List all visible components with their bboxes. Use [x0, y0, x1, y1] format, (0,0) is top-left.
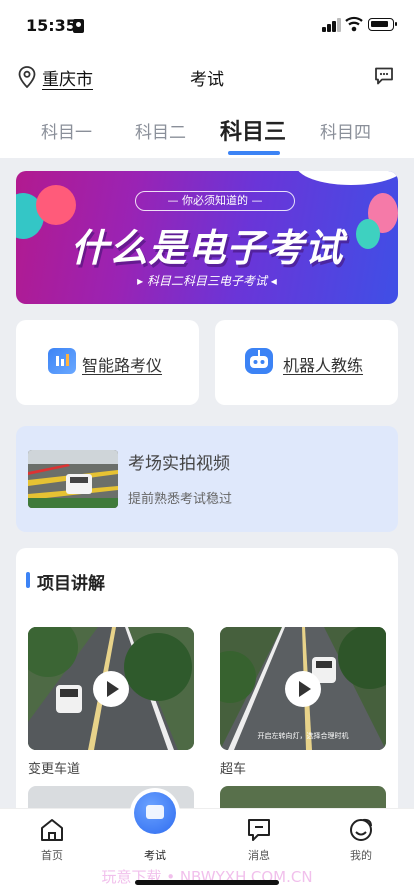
battery-icon [368, 18, 397, 31]
exam-video-card[interactable]: 考场实拍视频 提前熟悉考试稳过 [16, 426, 398, 532]
subject-tabs: 科目一 科目二 科目三 科目四 [0, 102, 414, 158]
nav-home[interactable]: 首页 [17, 809, 87, 869]
chat-icon[interactable] [374, 67, 394, 85]
home-icon [41, 819, 63, 841]
profile-icon [350, 818, 372, 841]
status-time: 15:35 [26, 16, 77, 35]
nav-label: 我的 [350, 849, 372, 862]
play-icon[interactable] [93, 671, 129, 707]
tab-subject-2[interactable]: 科目二 [135, 118, 186, 143]
home-indicator [135, 880, 279, 885]
lesson-label: 变更车道 [28, 762, 81, 777]
video-thumbnail [28, 450, 118, 508]
play-icon[interactable] [285, 671, 321, 707]
nav-profile[interactable]: 我的 [326, 809, 396, 869]
tab-indicator [228, 151, 280, 155]
smart-road-test-card[interactable]: 智能路考仪 [16, 320, 199, 405]
video-subtitle: 提前熟悉考试稳过 [128, 492, 233, 507]
nav-label: 考试 [144, 849, 166, 862]
lesson-thumb-overtake[interactable]: 开启左转向灯，选择合理时机 [220, 627, 386, 750]
exam-icon[interactable] [134, 792, 176, 834]
feature-label: 智能路考仪 [82, 356, 163, 375]
banner-subtitle: ▸ 科目二科目三电子考试 ◂ [137, 274, 277, 288]
page-title: 考试 [190, 70, 224, 90]
banner-title: 什么是电子考试 [70, 226, 344, 270]
robot-icon [245, 348, 273, 374]
lesson-label: 超车 [220, 762, 247, 777]
section-accent-bar [26, 572, 30, 588]
tab-subject-1[interactable]: 科目一 [41, 118, 92, 143]
header: 重庆市 考试 [0, 52, 414, 102]
lesson-thumb-lane-change[interactable] [28, 627, 194, 750]
nav-label: 首页 [41, 849, 63, 862]
tab-subject-4[interactable]: 科目四 [320, 118, 371, 143]
signal-icon [322, 18, 342, 32]
section-title: 项目讲解 [37, 574, 105, 594]
status-bar: 15:35 [0, 0, 414, 52]
nav-messages[interactable]: 消息 [224, 809, 294, 869]
wifi-icon [345, 16, 363, 32]
nav-label: 消息 [248, 849, 270, 862]
chart-bars-icon [48, 348, 76, 374]
promo-banner[interactable]: — 你必须知道的 — 什么是电子考试 ▸ 科目二科目三电子考试 ◂ [16, 171, 398, 304]
feature-label: 机器人教练 [283, 356, 364, 375]
message-icon [248, 819, 270, 841]
video-title: 考场实拍视频 [128, 454, 230, 474]
robot-coach-card[interactable]: 机器人教练 [215, 320, 398, 405]
banner-pill: — 你必须知道的 — [135, 191, 295, 211]
tab-subject-3[interactable]: 科目三 [220, 114, 286, 146]
person-icon [73, 19, 84, 33]
video-caption: 开启左转向灯，选择合理时机 [257, 732, 349, 740]
